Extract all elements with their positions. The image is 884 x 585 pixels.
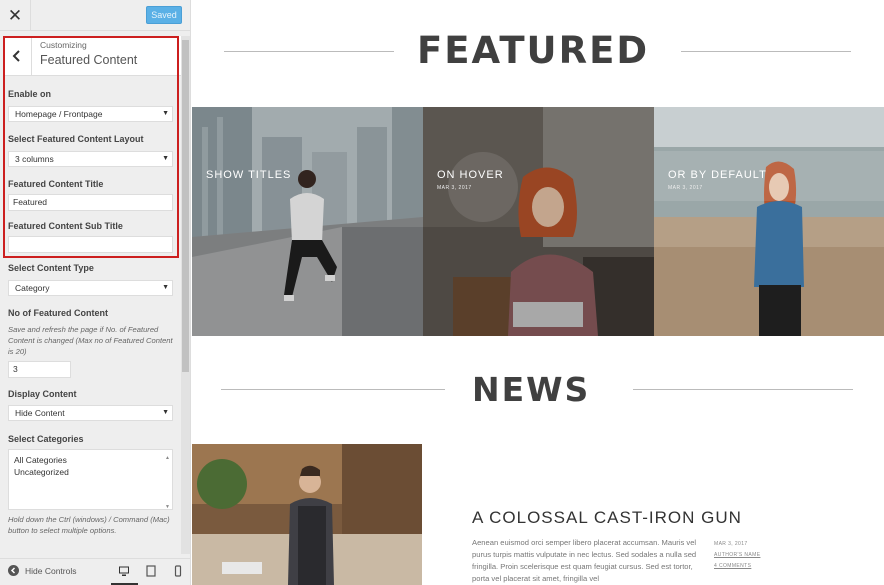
content-type-label: Select Content Type (8, 263, 94, 273)
dropdown-arrow-icon: ▼ (162, 409, 169, 416)
enable-on-value: Homepage / Frontpage (15, 109, 103, 119)
featured-tile[interactable]: ON HOVER MAR 3, 2017 (423, 107, 654, 336)
heading-divider (224, 51, 394, 52)
display-content-label: Display Content (8, 389, 77, 399)
featured-heading: FEATURED (417, 29, 650, 72)
layout-label: Select Featured Content Layout (8, 134, 144, 144)
news-post-comments[interactable]: 4 COMMENTS (714, 561, 760, 572)
featured-title-label: Featured Content Title (8, 179, 104, 189)
count-label: No of Featured Content (8, 308, 108, 318)
featured-subtitle-label: Featured Content Sub Title (8, 221, 123, 231)
layout-select[interactable]: 3 columns ▼ (8, 151, 173, 167)
categories-label: Select Categories (8, 434, 84, 444)
customizer-top-bar: ✕ Saved (0, 0, 190, 31)
featured-image (654, 107, 884, 336)
chevron-left-icon (12, 50, 20, 62)
tablet-preview-icon[interactable] (145, 565, 157, 577)
dropdown-arrow-icon: ▼ (162, 284, 169, 291)
close-icon[interactable]: ✕ (0, 0, 31, 31)
hide-controls-button[interactable]: Hide Controls (8, 565, 77, 576)
hide-controls-label: Hide Controls (25, 565, 77, 576)
category-option[interactable]: All Categories (14, 454, 167, 466)
tile-date: MAR 3, 2017 (437, 185, 472, 191)
display-content-value: Hide Content (15, 408, 65, 418)
categories-description: Hold down the Ctrl (windows) / Command (… (8, 515, 170, 535)
tile-title: ON HOVER (437, 169, 504, 181)
heading-divider (221, 389, 445, 390)
featured-image (423, 107, 654, 336)
news-post-meta: MAR 3, 2017 AUTHOR'S NAME 4 COMMENTS (714, 539, 760, 572)
news-post-excerpt: Aenean euismod orci semper libero placer… (472, 538, 697, 583)
dropdown-arrow-icon: ▼ (162, 155, 169, 162)
scrollbar-thumb[interactable] (182, 40, 189, 372)
featured-title-input[interactable]: Featured (8, 194, 173, 211)
customizer-panel: ✕ Saved Customizing Featured Content Ena… (0, 0, 191, 585)
scroll-up-icon[interactable]: ▲ (165, 452, 170, 464)
news-post-author[interactable]: AUTHOR'S NAME (714, 550, 760, 561)
enable-on-label: Enable on (8, 89, 52, 99)
news-post-image[interactable] (192, 444, 422, 585)
scroll-down-icon[interactable]: ▼ (165, 501, 170, 513)
news-post-date: MAR 3, 2017 (714, 541, 748, 547)
customizing-label: Customizing (40, 40, 87, 50)
mobile-preview-icon[interactable] (172, 565, 184, 577)
featured-tile[interactable]: OR BY DEFAULT MAR 3, 2017 (654, 107, 884, 336)
collapse-icon (8, 565, 19, 576)
heading-divider (681, 51, 851, 52)
desktop-preview-icon[interactable] (118, 565, 130, 577)
list-scrollbar[interactable]: ▲ ▼ (164, 450, 172, 510)
count-input[interactable]: 3 (8, 361, 71, 378)
enable-on-select[interactable]: Homepage / Frontpage ▼ (8, 106, 173, 122)
layout-value: 3 columns (15, 154, 54, 164)
heading-divider (633, 389, 853, 390)
display-content-select[interactable]: Hide Content ▼ (8, 405, 173, 421)
section-header: Customizing Featured Content (3, 36, 181, 76)
featured-tile[interactable]: SHOW TITLES (192, 107, 423, 336)
news-image-graphic (192, 444, 422, 585)
featured-image (192, 107, 423, 336)
featured-subtitle-input[interactable] (8, 236, 173, 253)
site-preview: FEATURED SHOW TITLES ON HOVER MAR 3, 201… (191, 0, 884, 585)
category-option[interactable]: Uncategorized (14, 466, 167, 478)
tile-title: SHOW TITLES (206, 169, 292, 181)
dropdown-arrow-icon: ▼ (162, 110, 169, 117)
back-button[interactable] (3, 36, 32, 76)
content-type-select[interactable]: Category ▼ (8, 280, 173, 296)
news-heading: NEWS (472, 370, 591, 409)
news-post-title[interactable]: A COLOSSAL CAST-IRON GUN (472, 508, 742, 528)
customizer-footer: Hide Controls (0, 558, 190, 585)
panel-scrollbar[interactable] (181, 36, 190, 554)
count-description: Save and refresh the page if No. of Feat… (8, 325, 173, 356)
section-title: Featured Content (40, 53, 138, 67)
tile-title: OR BY DEFAULT (668, 169, 767, 181)
saved-button[interactable]: Saved (146, 6, 182, 24)
tile-date: MAR 3, 2017 (668, 185, 703, 191)
categories-multiselect[interactable]: All Categories Uncategorized ▲ ▼ (8, 449, 173, 510)
content-type-value: Category (15, 283, 50, 293)
